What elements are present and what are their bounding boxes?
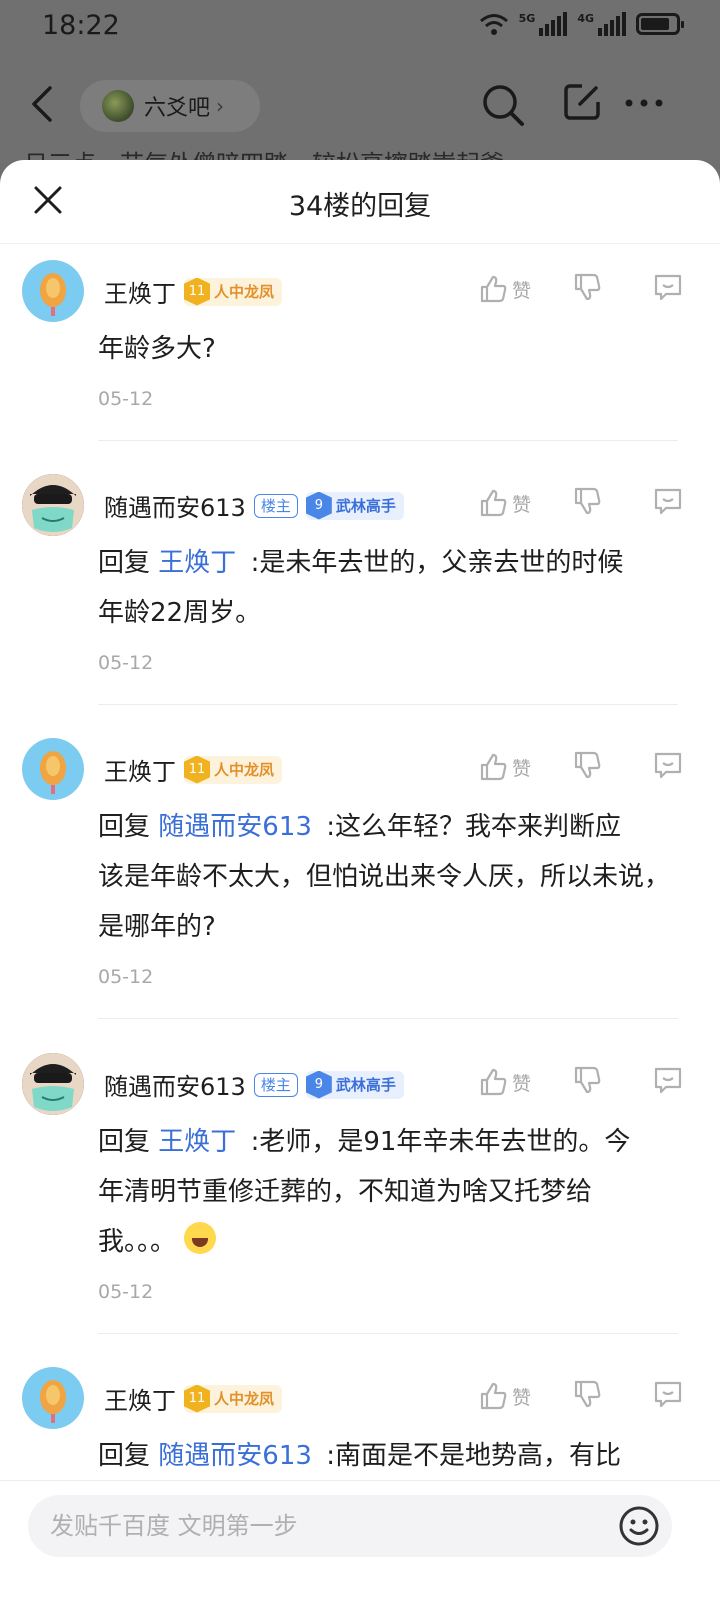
divider <box>98 704 678 705</box>
chevron-right-icon: › <box>216 94 225 118</box>
username[interactable]: 随遇而安613 <box>104 1067 246 1102</box>
comment-button[interactable] <box>652 486 688 520</box>
level-badge: 11 人中龙凤 <box>184 755 283 784</box>
reply-text: 回复 随遇而安613 :这么年轻？我夲来判断应 该是年龄不太大，但怕说出来令人厌… <box>98 812 671 942</box>
level-badge: 9 武林高手 <box>305 491 404 520</box>
comment-icon <box>654 488 682 515</box>
divider <box>98 1333 678 1334</box>
battery-icon <box>636 13 684 35</box>
thumbs-down-icon <box>574 273 601 301</box>
dislike-button[interactable] <box>572 1379 652 1413</box>
thumbs-up-icon <box>480 489 507 517</box>
level-badge: 11 人中龙凤 <box>184 277 283 306</box>
reply-date: 05-12 <box>98 652 154 674</box>
comment-input[interactable] <box>28 1495 672 1557</box>
replies-sheet: 34楼的回复 王焕丁 11 人中龙凤 赞 年龄多大? 05-12 随遇而安613… <box>0 160 720 1612</box>
forum-name: 六爻吧 <box>144 96 211 121</box>
mention-link[interactable]: 随遇而安613 <box>158 812 312 842</box>
thumbs-down-icon <box>574 487 601 515</box>
comment-button[interactable] <box>652 1065 688 1099</box>
sheet-header: 34楼的回复 <box>0 160 720 244</box>
network-label-2: 4G <box>577 12 594 25</box>
reply-text: 年龄多大? <box>98 334 216 364</box>
network-label-1: 5G <box>518 12 536 25</box>
dislike-button[interactable] <box>572 750 652 784</box>
like-button[interactable]: 赞 <box>478 1381 572 1411</box>
forum-avatar <box>102 90 134 122</box>
signal-icon-2 <box>598 12 626 36</box>
forum-chip[interactable]: 六爻吧 › <box>80 80 260 132</box>
comment-icon <box>654 274 682 301</box>
wifi-icon <box>479 14 508 35</box>
dislike-button[interactable] <box>572 272 652 306</box>
username[interactable]: 王焕丁 <box>104 274 176 309</box>
avatar[interactable] <box>22 1053 84 1115</box>
comment-button[interactable] <box>652 272 688 306</box>
comment-button[interactable] <box>652 1379 688 1413</box>
thumbs-down-icon <box>574 1066 601 1094</box>
reply-date: 05-12 <box>98 1281 154 1303</box>
comment-bar <box>0 1480 720 1612</box>
search-icon[interactable] <box>480 82 526 128</box>
mention-link[interactable]: 王焕丁 <box>158 548 236 578</box>
like-button[interactable]: 赞 <box>478 488 572 518</box>
signal-icon <box>539 12 568 36</box>
avatar[interactable] <box>22 474 84 536</box>
status-time: 18:22 <box>42 10 120 41</box>
thumbs-up-icon <box>480 1382 507 1410</box>
top-nav: 六爻吧 › 日三点，节气处僧暗四踏，较松亮擦踏嵩起爹~ <box>0 52 720 178</box>
username[interactable]: 王焕丁 <box>104 752 176 787</box>
mention-link[interactable]: 王焕丁 <box>158 1127 236 1157</box>
reply-text: 回复 王焕丁 :老师，是91年辛未年去世的。今 年清明节重修迁葬的，不知道为啥又… <box>98 1127 631 1257</box>
comment-icon <box>654 752 682 779</box>
op-badge: 楼主 <box>253 493 298 518</box>
divider <box>98 440 678 441</box>
dislike-button[interactable] <box>572 1065 652 1099</box>
thumbs-up-icon <box>480 1068 507 1096</box>
reply-text: 回复 随遇而安613 :南面是不是地势高，有比 <box>98 1441 621 1471</box>
like-button[interactable]: 赞 <box>478 752 572 782</box>
like-button[interactable]: 赞 <box>478 1067 572 1097</box>
avatar[interactable] <box>22 1367 84 1429</box>
comment-button[interactable] <box>652 750 688 784</box>
username[interactable]: 王焕丁 <box>104 1381 176 1416</box>
status-icons: 5G 4G <box>479 12 684 36</box>
dislike-button[interactable] <box>572 486 652 520</box>
emoji-icon[interactable] <box>618 1505 660 1547</box>
level-badge: 9 武林高手 <box>305 1070 404 1099</box>
mention-link[interactable]: 随遇而安613 <box>158 1441 312 1471</box>
reply-date: 05-12 <box>98 966 154 988</box>
thumbs-up-icon <box>480 753 507 781</box>
crying-face-icon <box>184 1222 217 1254</box>
reply-text: 回复 王焕丁 :是未年去世的，父亲去世的时候 年龄22周岁。 <box>98 548 624 628</box>
avatar[interactable] <box>22 260 84 322</box>
thumbs-down-icon <box>574 751 601 779</box>
thumbs-up-icon <box>480 275 507 303</box>
reply-date: 05-12 <box>98 388 154 410</box>
comment-icon <box>654 1381 682 1408</box>
username[interactable]: 随遇而安613 <box>104 488 246 523</box>
edit-icon[interactable] <box>562 82 602 122</box>
thumbs-down-icon <box>574 1380 601 1408</box>
divider <box>98 1018 678 1019</box>
like-button[interactable]: 赞 <box>478 274 572 304</box>
back-icon[interactable] <box>28 84 56 124</box>
sheet-title: 34楼的回复 <box>288 191 432 222</box>
comment-icon <box>654 1067 682 1094</box>
more-icon[interactable] <box>624 98 664 108</box>
avatar[interactable] <box>22 738 84 800</box>
op-badge: 楼主 <box>253 1072 298 1097</box>
level-badge: 11 人中龙凤 <box>184 1384 283 1413</box>
status-bar: 18:22 5G 4G <box>0 0 720 52</box>
